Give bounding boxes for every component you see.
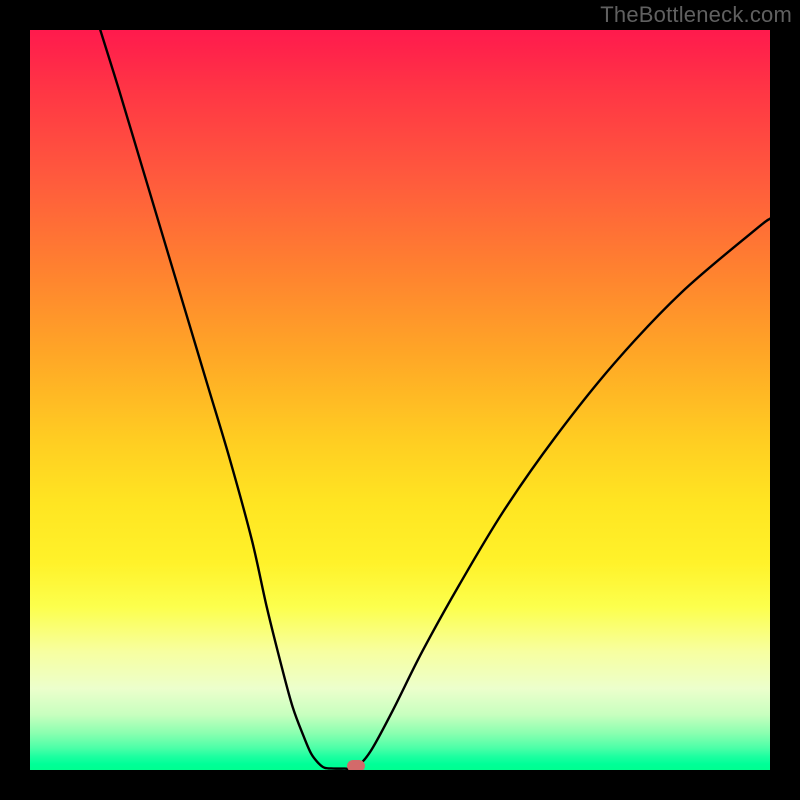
chart-container: TheBottleneck.com	[0, 0, 800, 800]
curve-path	[100, 30, 770, 769]
plot-area	[30, 30, 770, 770]
watermark-text: TheBottleneck.com	[600, 2, 792, 28]
optimal-point-marker	[347, 760, 365, 770]
bottleneck-curve	[30, 30, 770, 770]
